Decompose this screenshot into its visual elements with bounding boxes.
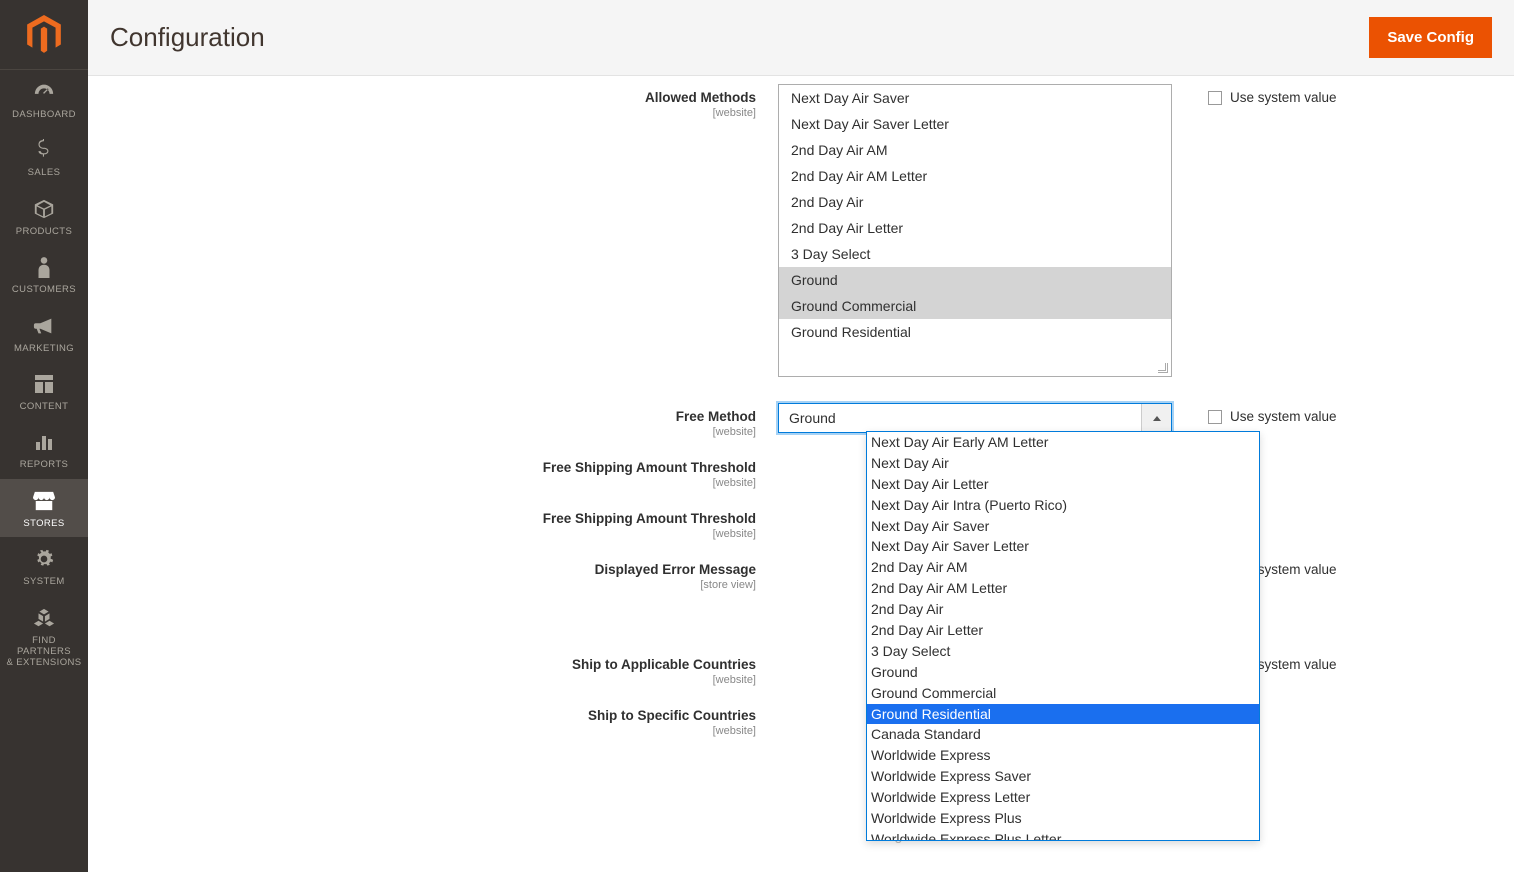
threshold1-scope: [website] bbox=[118, 477, 756, 489]
nav-label: STORES bbox=[23, 518, 64, 529]
free-method-option[interactable]: Ground bbox=[867, 662, 1259, 683]
nav-item-sales[interactable]: SALES bbox=[0, 128, 88, 186]
free-method-option[interactable]: Canada Standard bbox=[867, 724, 1259, 745]
free-method-option[interactable]: Next Day Air bbox=[867, 453, 1259, 474]
barchart-icon bbox=[32, 430, 56, 454]
page-header: Configuration Save Config bbox=[88, 0, 1514, 76]
free-method-option[interactable]: 2nd Day Air bbox=[867, 599, 1259, 620]
nav-label: MARKETING bbox=[14, 343, 74, 354]
allowed-method-option[interactable]: 2nd Day Air bbox=[779, 189, 1171, 215]
magento-logo[interactable] bbox=[0, 0, 88, 70]
nav-label: PRODUCTS bbox=[16, 226, 73, 237]
gear-icon bbox=[32, 547, 56, 571]
nav-item-stores[interactable]: STORES bbox=[0, 479, 88, 537]
nav-label: CONTENT bbox=[20, 401, 69, 412]
layout-icon bbox=[32, 372, 56, 396]
resize-handle-icon[interactable] bbox=[1158, 363, 1170, 375]
free-method-option[interactable]: Worldwide Express Plus Letter bbox=[867, 829, 1259, 841]
config-form: Allowed Methods [website] Next Day Air S… bbox=[88, 76, 1514, 872]
nav-item-marketing[interactable]: MARKETING bbox=[0, 304, 88, 362]
free-method-option[interactable]: Next Day Air Saver bbox=[867, 516, 1259, 537]
error-message-label: Displayed Error Message bbox=[118, 562, 756, 577]
nav-label: FIND PARTNERS & EXTENSIONS bbox=[4, 635, 84, 669]
allowed-methods-multiselect[interactable]: Next Day Air SaverNext Day Air Saver Let… bbox=[778, 84, 1172, 377]
ship-applicable-label: Ship to Applicable Countries bbox=[118, 657, 756, 672]
nav-item-products[interactable]: PRODUCTS bbox=[0, 187, 88, 245]
free-method-select[interactable]: Ground bbox=[778, 403, 1172, 433]
magento-logo-icon bbox=[26, 15, 62, 55]
allowed-methods-system-checkbox[interactable] bbox=[1208, 91, 1222, 105]
threshold2-scope: [website] bbox=[118, 528, 756, 540]
dashboard-icon bbox=[32, 80, 56, 104]
main-panel: Configuration Save Config Allowed Method… bbox=[88, 0, 1514, 872]
free-method-option[interactable]: Worldwide Express Plus bbox=[867, 808, 1259, 829]
nav-label: SALES bbox=[28, 167, 61, 178]
free-method-option[interactable]: Next Day Air Intra (Puerto Rico) bbox=[867, 495, 1259, 516]
nav-item-customers[interactable]: CUSTOMERS bbox=[0, 245, 88, 303]
nav-item-dashboard[interactable]: DASHBOARD bbox=[0, 70, 88, 128]
nav-item-content[interactable]: CONTENT bbox=[0, 362, 88, 420]
free-method-option[interactable]: 2nd Day Air AM bbox=[867, 557, 1259, 578]
storefront-icon bbox=[32, 489, 56, 513]
allowed-method-option[interactable]: Next Day Air Saver bbox=[779, 85, 1171, 111]
nav-item-system[interactable]: SYSTEM bbox=[0, 537, 88, 595]
free-method-option[interactable]: Worldwide Express Letter bbox=[867, 787, 1259, 808]
field-ship-applicable: Ship to Applicable Countries [website] U… bbox=[118, 651, 1484, 686]
free-method-option[interactable]: Ground Residential bbox=[867, 704, 1259, 725]
allowed-method-option[interactable]: Ground Commercial bbox=[779, 293, 1171, 319]
cubes-icon bbox=[32, 606, 56, 630]
person-icon bbox=[32, 255, 56, 279]
free-method-option[interactable]: Next Day Air Saver Letter bbox=[867, 536, 1259, 557]
free-method-option[interactable]: 2nd Day Air Letter bbox=[867, 620, 1259, 641]
nav-label: DASHBOARD bbox=[12, 109, 76, 120]
field-free-shipping-threshold-1: Free Shipping Amount Threshold [website] bbox=[118, 454, 1484, 489]
field-free-method: Free Method [website] Ground Use system … bbox=[118, 403, 1484, 438]
page-title: Configuration bbox=[110, 22, 265, 53]
nav-label: REPORTS bbox=[20, 459, 69, 470]
field-ship-specific: Ship to Specific Countries [website] bbox=[118, 702, 1484, 737]
free-method-value: Ground bbox=[779, 404, 1141, 432]
chevron-up-icon bbox=[1141, 404, 1171, 432]
error-message-scope: [store view] bbox=[118, 579, 756, 591]
nav-label: CUSTOMERS bbox=[12, 284, 76, 295]
allowed-method-option[interactable]: Next Day Air Saver Letter bbox=[779, 111, 1171, 137]
allowed-methods-scope: [website] bbox=[118, 107, 756, 119]
field-allowed-methods: Allowed Methods [website] Next Day Air S… bbox=[118, 84, 1484, 377]
allowed-method-option[interactable]: 2nd Day Air AM Letter bbox=[779, 163, 1171, 189]
allowed-method-option[interactable]: Ground Residential bbox=[779, 319, 1171, 345]
free-method-option[interactable]: Ground Commercial bbox=[867, 683, 1259, 704]
free-method-option[interactable]: 3 Day Select bbox=[867, 641, 1259, 662]
ship-specific-label: Ship to Specific Countries bbox=[118, 708, 756, 723]
nav-item-reports[interactable]: REPORTS bbox=[0, 420, 88, 478]
dollar-icon bbox=[32, 138, 56, 162]
free-method-label: Free Method bbox=[118, 409, 756, 424]
free-method-scope: [website] bbox=[118, 426, 756, 438]
nav-label: SYSTEM bbox=[23, 576, 64, 587]
save-config-button[interactable]: Save Config bbox=[1369, 17, 1492, 58]
allowed-method-option[interactable]: 3 Day Select bbox=[779, 241, 1171, 267]
free-method-option[interactable]: Worldwide Express bbox=[867, 745, 1259, 766]
ship-specific-scope: [website] bbox=[118, 725, 756, 737]
free-method-option[interactable]: Worldwide Express Saver bbox=[867, 766, 1259, 787]
system-value-label: Use system value bbox=[1230, 90, 1337, 105]
allowed-methods-label: Allowed Methods bbox=[118, 90, 756, 105]
free-method-dropdown[interactable]: Next Day Air Early AM LetterNext Day Air… bbox=[866, 431, 1260, 841]
box-icon bbox=[32, 197, 56, 221]
threshold2-label: Free Shipping Amount Threshold bbox=[118, 511, 756, 526]
megaphone-icon bbox=[32, 314, 56, 338]
allowed-method-option[interactable]: 2nd Day Air Letter bbox=[779, 215, 1171, 241]
ship-applicable-scope: [website] bbox=[118, 674, 756, 686]
system-value-label: Use system value bbox=[1230, 409, 1337, 424]
nav-item-find[interactable]: FIND PARTNERS & EXTENSIONS bbox=[0, 596, 88, 677]
threshold1-label: Free Shipping Amount Threshold bbox=[118, 460, 756, 475]
allowed-method-option[interactable]: 2nd Day Air AM bbox=[779, 137, 1171, 163]
allowed-method-option[interactable]: Ground bbox=[779, 267, 1171, 293]
free-method-option[interactable]: Next Day Air Letter bbox=[867, 474, 1259, 495]
field-free-shipping-threshold-2: Free Shipping Amount Threshold [website] bbox=[118, 505, 1484, 540]
field-error-message: Displayed Error Message [store view] Use… bbox=[118, 556, 1484, 591]
free-method-system-checkbox[interactable] bbox=[1208, 410, 1222, 424]
free-method-option[interactable]: Next Day Air Early AM Letter bbox=[867, 432, 1259, 453]
admin-sidebar: DASHBOARD SALES PRODUCTS CUSTOMERS MARKETING… bbox=[0, 0, 88, 872]
free-method-option[interactable]: 2nd Day Air AM Letter bbox=[867, 578, 1259, 599]
